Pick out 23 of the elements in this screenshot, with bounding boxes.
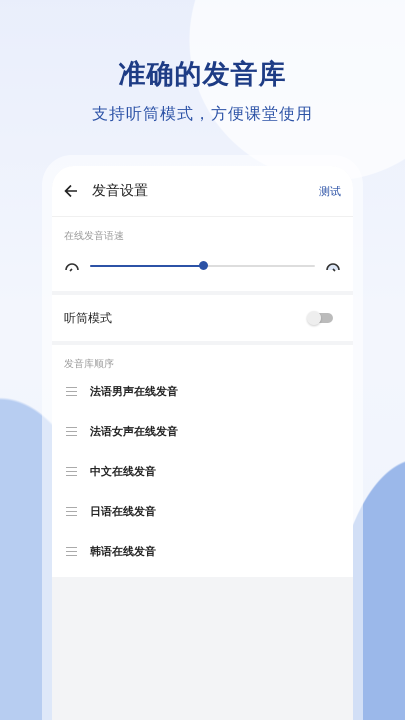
voice-name: 法语女声在线发音 xyxy=(90,424,178,438)
drag-handle-icon[interactable] xyxy=(66,506,77,516)
fast-gauge-icon xyxy=(325,260,341,272)
headline: 准确的发音库 xyxy=(118,58,286,92)
slider-thumb[interactable] xyxy=(198,261,208,270)
slow-gauge-icon xyxy=(64,260,80,272)
voice-name: 韩语在线发音 xyxy=(90,544,156,558)
setting-label: 听筒模式 xyxy=(64,310,112,326)
page-title: 发音设置 xyxy=(92,182,149,200)
voice-name: 法语男声在线发音 xyxy=(90,384,178,398)
drag-handle-icon[interactable] xyxy=(66,426,77,436)
toggle-switch[interactable] xyxy=(309,313,333,323)
section-label: 在线发音语速 xyxy=(64,230,125,243)
voice-name: 日语在线发音 xyxy=(90,504,156,518)
drag-handle-icon[interactable] xyxy=(66,466,77,476)
subtitle: 支持听筒模式，方便课堂使用 xyxy=(92,104,313,125)
voice-name: 中文在线发音 xyxy=(90,464,156,478)
drag-handle-icon[interactable] xyxy=(66,546,77,556)
drag-handle-icon[interactable] xyxy=(66,386,77,396)
test-button[interactable]: 测试 xyxy=(319,184,341,198)
back-arrow-icon xyxy=(64,184,78,198)
back-button[interactable] xyxy=(64,184,78,198)
section-label: 发音库顺序 xyxy=(64,358,115,371)
